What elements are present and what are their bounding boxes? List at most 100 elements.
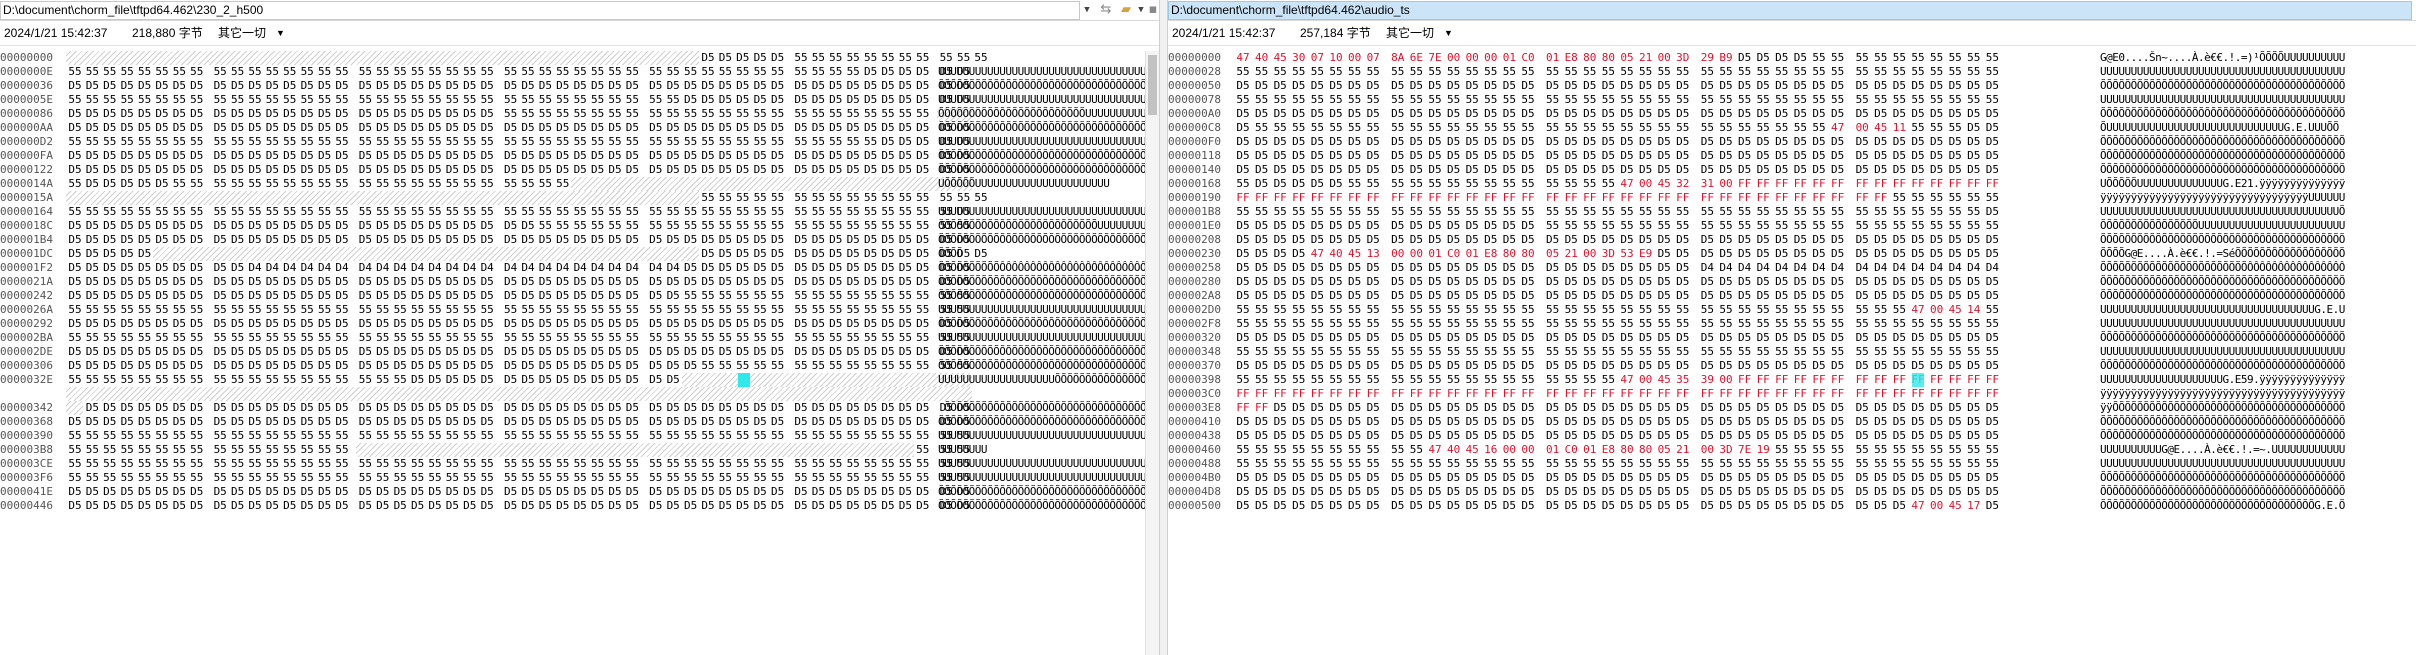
hex-byte[interactable]: 55	[751, 135, 769, 149]
hex-byte[interactable]: 55	[1909, 443, 1927, 457]
hex-row[interactable]: 000002DE D5 D5 D5 D5 D5 D5 D5 D5 D5 D5 D5 D5 D5 D5 D5 D5…	[0, 345, 1159, 359]
hex-byte[interactable]: D5	[118, 415, 136, 429]
hex-byte[interactable]: D5	[751, 79, 769, 93]
hex-byte[interactable]: 55	[792, 51, 810, 65]
hex-byte[interactable]: FF	[1674, 387, 1692, 401]
hex-byte[interactable]: D5	[1736, 429, 1754, 443]
ascii-text[interactable]: ÕÕÕÕÕÕÕÕÕÕÕÕÕÕÕÕÕÕÕÕÕÕÕÕÕÕÕÕÕÕÕÕÕÕÕÕÕÕÕÕ	[2100, 485, 2345, 499]
hex-byte[interactable]: D5	[1327, 429, 1345, 443]
hex-byte[interactable]: D5	[246, 107, 264, 121]
hex-byte[interactable]: D5	[589, 79, 607, 93]
hex-byte[interactable]: D5	[1290, 261, 1308, 275]
hex-byte[interactable]: D5	[1253, 79, 1271, 93]
hex-byte[interactable]: D5	[1872, 233, 1890, 247]
hex-byte[interactable]: 55	[229, 135, 247, 149]
hex-byte[interactable]: 55	[751, 65, 769, 79]
hex-byte[interactable]: D5	[682, 233, 700, 247]
hex-byte[interactable]: D5	[519, 219, 537, 233]
hex-byte[interactable]: 55	[1599, 317, 1617, 331]
hex-byte[interactable]: 55	[356, 457, 374, 471]
hex-byte[interactable]: D5	[211, 415, 229, 429]
hex-byte[interactable]: D5	[263, 289, 281, 303]
hex-byte[interactable]: 55	[298, 177, 316, 191]
hex-byte[interactable]: 55	[751, 107, 769, 121]
hex-byte[interactable]: D5	[734, 51, 752, 65]
ascii-text[interactable]: UUUUUUUUUUUUUUUUUUUUUUUUUUUUUUUUUUUUUUUU…	[938, 471, 1159, 485]
hex-byte[interactable]: D5	[1581, 415, 1599, 429]
hex-byte[interactable]: 55	[1890, 303, 1908, 317]
hex-byte[interactable]: FF	[1754, 191, 1772, 205]
hex-byte[interactable]: D4	[443, 261, 461, 275]
ascii-text[interactable]: UUUUUUUUUUUUUUUUUUUÕÕÕÕÕÕÕÕÕÕÕÕÕÕÕ	[938, 373, 1159, 387]
hex-byte[interactable]: D5	[1253, 429, 1271, 443]
hex-byte[interactable]: 55	[391, 373, 409, 387]
hex-byte[interactable]: D5	[66, 317, 84, 331]
hex-byte[interactable]: D5	[443, 485, 461, 499]
hex-byte[interactable]: D5	[1853, 135, 1871, 149]
hex-byte[interactable]: 55	[170, 443, 188, 457]
hex-byte[interactable]: D5	[1364, 79, 1382, 93]
hex-byte[interactable]: 55	[1853, 205, 1871, 219]
hex-byte[interactable]: 55	[1853, 51, 1871, 65]
hex-byte[interactable]: 55	[1562, 121, 1580, 135]
hex-byte[interactable]: 55	[862, 219, 880, 233]
hex-byte[interactable]: D5	[1445, 359, 1463, 373]
hex-byte[interactable]: D5	[1562, 401, 1580, 415]
hex-byte[interactable]: D5	[1736, 331, 1754, 345]
hex-byte[interactable]: FF	[1965, 373, 1983, 387]
hex-byte[interactable]: D5	[118, 261, 136, 275]
hex-byte[interactable]: 55	[1618, 121, 1636, 135]
hex-byte[interactable]: 55	[571, 205, 589, 219]
hex-byte[interactable]: 55	[83, 135, 101, 149]
hex-byte[interactable]: D5	[1698, 289, 1716, 303]
hex-byte[interactable]: 55	[554, 331, 572, 345]
hex-byte[interactable]: D5	[1562, 415, 1580, 429]
hex-byte[interactable]: D5	[83, 177, 101, 191]
hex-byte[interactable]: D5	[1234, 219, 1252, 233]
hex-byte[interactable]: 55	[263, 471, 281, 485]
hex-byte[interactable]: D5	[1290, 219, 1308, 233]
hex-byte[interactable]: D5	[391, 401, 409, 415]
hex-byte[interactable]: D5	[606, 289, 624, 303]
hex-byte[interactable]: D5	[1810, 135, 1828, 149]
hex-byte[interactable]: D4	[246, 261, 264, 275]
hex-byte[interactable]: D5	[1463, 289, 1481, 303]
hex-byte[interactable]: D5	[1426, 107, 1444, 121]
hex-byte[interactable]: 55	[1717, 65, 1735, 79]
hex-byte[interactable]: D5	[246, 415, 264, 429]
hex-byte[interactable]: D5	[1407, 135, 1425, 149]
hex-byte[interactable]: 55	[1791, 205, 1809, 219]
hex-byte[interactable]: D5	[606, 345, 624, 359]
hex-byte[interactable]: D5	[478, 275, 496, 289]
hex-row[interactable]: 000000D2 55 55 55 55 55 55 55 55 55 55 55 55 55 55 55 55…	[0, 135, 1159, 149]
hex-byte[interactable]: 55	[1389, 303, 1407, 317]
hex-byte[interactable]: D5	[101, 317, 119, 331]
hex-byte[interactable]: 55	[281, 205, 299, 219]
hex-byte[interactable]: 55	[1717, 219, 1735, 233]
hex-byte[interactable]: D5	[1791, 359, 1809, 373]
hex-row[interactable]: 000002F8 55 55 55 55 55 55 55 55 55 55 55 55 55 55 55 55…	[1168, 317, 2416, 331]
hex-byte[interactable]: D5	[101, 359, 119, 373]
hex-byte[interactable]: D5	[83, 163, 101, 177]
ascii-text[interactable]: ÕÕÕÕ ÕÕÕÕÕÕÕÕÕÕÕÕÕÕÕ	[938, 247, 1159, 261]
hex-byte[interactable]: 55	[879, 191, 897, 205]
hex-byte[interactable]: D5	[623, 149, 641, 163]
hex-byte[interactable]: D5	[101, 121, 119, 135]
hex-byte[interactable]: 55	[751, 471, 769, 485]
hex-byte[interactable]: 55	[716, 107, 734, 121]
hex-byte[interactable]: D5	[1717, 359, 1735, 373]
hex-byte[interactable]: D5	[682, 163, 700, 177]
ascii-text[interactable]: ÕÕÕÕÕÕÕÕÕÕÕÕÕÕÕÕÕÕÕÕÕÕÕÕÕÕÕÕÕÕÕÕÕÕUUUUUU…	[938, 289, 1159, 303]
hex-byte[interactable]: D5	[1909, 135, 1927, 149]
hex-byte[interactable]: D5	[426, 345, 444, 359]
hex-byte[interactable]: D5	[554, 275, 572, 289]
hex-byte[interactable]: 55	[809, 219, 827, 233]
hex-byte[interactable]: D5	[1482, 107, 1500, 121]
hex-byte[interactable]: 55	[281, 177, 299, 191]
hex-byte[interactable]: D5	[1736, 247, 1754, 261]
hex-byte[interactable]: D5	[136, 317, 154, 331]
hex-byte[interactable]: D5	[554, 401, 572, 415]
hex-byte[interactable]: D5	[1364, 415, 1382, 429]
hex-byte[interactable]: D5	[356, 345, 374, 359]
hex-byte[interactable]: D5	[170, 107, 188, 121]
